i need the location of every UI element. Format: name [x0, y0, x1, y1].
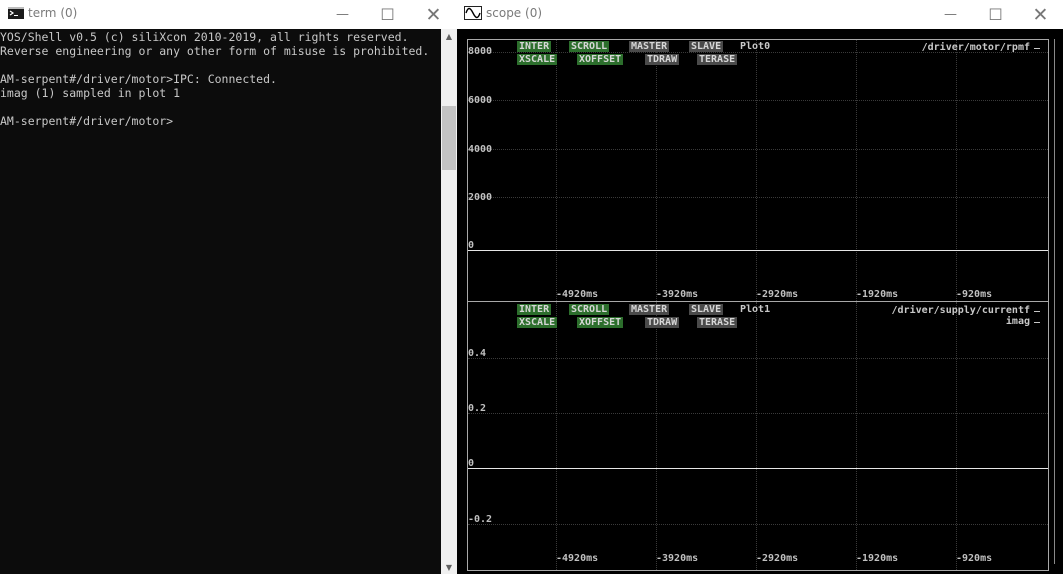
- term-window: term (0) — ☐ ✕ YOS/Shell v0.5 (c) siliXc…: [0, 0, 457, 574]
- signal-color-swatch: [1034, 48, 1040, 49]
- grid-line: [556, 302, 557, 570]
- grid-line: [468, 100, 1048, 101]
- toggle-tdraw[interactable]: TDRAW: [645, 317, 680, 328]
- toggle-xscale[interactable]: XSCALE: [517, 54, 558, 65]
- x-tick-label: -3920ms: [656, 289, 699, 300]
- x-tick-label: -920ms: [956, 553, 993, 564]
- signal-color-swatch: [1034, 311, 1040, 312]
- signal-label[interactable]: imag: [1006, 316, 1030, 327]
- toggle-xscale[interactable]: XSCALE: [517, 317, 558, 328]
- toggle-slave[interactable]: SLAVE: [689, 304, 724, 315]
- grid-line: [556, 40, 557, 301]
- toggle-master[interactable]: MASTER: [629, 41, 670, 52]
- scope-titlebar[interactable]: scope (0) — ☐ ✕: [457, 0, 1063, 29]
- x-tick-label: -4920ms: [556, 289, 599, 300]
- grid-line: [656, 302, 657, 570]
- grid-line: [756, 40, 757, 301]
- plot-name: Plot1: [740, 304, 771, 315]
- minimize-button[interactable]: —: [928, 0, 973, 29]
- plot-0[interactable]: 8000 6000 4000 2000 0 -4920ms -3920ms -2…: [467, 39, 1049, 302]
- x-tick-label: -920ms: [956, 289, 993, 300]
- toggle-terase[interactable]: TERASE: [697, 317, 738, 328]
- plot1-zero-line: [468, 468, 1048, 469]
- toggle-slave[interactable]: SLAVE: [689, 41, 724, 52]
- grid-line: [856, 40, 857, 301]
- terminal-prompt[interactable]: AM-serpent#/driver/motor>: [0, 114, 173, 128]
- terminal-scrollbar[interactable]: ▲ ▼: [441, 29, 457, 574]
- close-button[interactable]: ✕: [1018, 0, 1063, 29]
- terminal-line: Reverse engineering or any other form of…: [0, 44, 430, 58]
- grid-line: [956, 302, 957, 570]
- y-tick-label: 0: [468, 458, 475, 469]
- close-button[interactable]: ✕: [411, 0, 456, 29]
- toggle-xoffset[interactable]: XOFFSET: [577, 54, 624, 65]
- scrollbar-thumb[interactable]: [442, 106, 456, 170]
- y-tick-label: -0.2: [468, 514, 493, 525]
- x-tick-label: -4920ms: [556, 553, 599, 564]
- signal-label[interactable]: /driver/motor/rpmf: [922, 42, 1030, 53]
- x-tick-label: -2920ms: [756, 553, 799, 564]
- y-tick-label: 4000: [468, 144, 493, 155]
- scope-canvas[interactable]: 8000 6000 4000 2000 0 -4920ms -3920ms -2…: [457, 29, 1063, 574]
- toggle-master[interactable]: MASTER: [629, 304, 670, 315]
- minimize-button[interactable]: —: [320, 0, 365, 29]
- toggle-terase[interactable]: TERASE: [697, 54, 738, 65]
- sine-wave-icon: [464, 6, 482, 20]
- grid-line: [468, 149, 1048, 150]
- console-icon: [8, 7, 24, 19]
- grid-line: [956, 40, 957, 301]
- terminal-line: YOS/Shell v0.5 (c) siliXcon 2010-2019, a…: [0, 30, 409, 44]
- signal-color-swatch: [1034, 322, 1040, 323]
- scope-scrollbar[interactable]: [1049, 35, 1063, 574]
- scope-window: scope (0) — ☐ ✕ 8000 6000 4000 2000 0 -4…: [457, 0, 1063, 574]
- toggle-inter[interactable]: INTER: [517, 304, 552, 315]
- grid-line: [756, 302, 757, 570]
- y-tick-label: 8000: [468, 46, 493, 57]
- x-tick-label: -1920ms: [856, 553, 899, 564]
- terminal-line: imag (1) sampled in plot 1: [0, 86, 181, 100]
- x-tick-label: -2920ms: [756, 289, 799, 300]
- y-tick-label: 0: [468, 240, 475, 251]
- term-title: term (0): [28, 6, 78, 20]
- x-tick-label: -3920ms: [656, 553, 699, 564]
- plot-1[interactable]: 0.4 0.2 0 -0.2 -4920ms -3920ms -2920ms -…: [467, 301, 1049, 571]
- plot0-zero-line: [468, 250, 1048, 251]
- scope-title: scope (0): [486, 6, 543, 20]
- maximize-button[interactable]: ☐: [365, 0, 410, 29]
- x-tick-label: -1920ms: [856, 289, 899, 300]
- toggle-scroll[interactable]: SCROLL: [569, 41, 610, 52]
- y-tick-label: 0.2: [468, 403, 487, 414]
- scrollbar-track[interactable]: [1054, 39, 1055, 564]
- term-titlebar[interactable]: term (0) — ☐ ✕: [0, 0, 457, 29]
- terminal-output[interactable]: YOS/Shell v0.5 (c) siliXcon 2010-2019, a…: [0, 29, 441, 574]
- y-tick-label: 2000: [468, 192, 493, 203]
- terminal-line: AM-serpent#/driver/motor>IPC: Connected.: [0, 72, 277, 86]
- toggle-scroll[interactable]: SCROLL: [569, 304, 610, 315]
- grid-line: [856, 302, 857, 570]
- plot-name: Plot0: [740, 41, 771, 52]
- maximize-button[interactable]: ☐: [973, 0, 1018, 29]
- scroll-down-arrow-icon[interactable]: ▼: [441, 560, 457, 574]
- grid-line: [468, 413, 1048, 414]
- signal-label[interactable]: /driver/supply/currentf: [892, 305, 1030, 316]
- grid-line: [468, 197, 1048, 198]
- toggle-xoffset[interactable]: XOFFSET: [577, 317, 624, 328]
- grid-line: [468, 358, 1048, 359]
- toggle-tdraw[interactable]: TDRAW: [645, 54, 680, 65]
- grid-line: [656, 40, 657, 301]
- y-tick-label: 6000: [468, 95, 493, 106]
- grid-line: [468, 524, 1048, 525]
- toggle-inter[interactable]: INTER: [517, 41, 552, 52]
- scroll-up-arrow-icon[interactable]: ▲: [441, 29, 457, 43]
- y-tick-label: 0.4: [468, 348, 487, 359]
